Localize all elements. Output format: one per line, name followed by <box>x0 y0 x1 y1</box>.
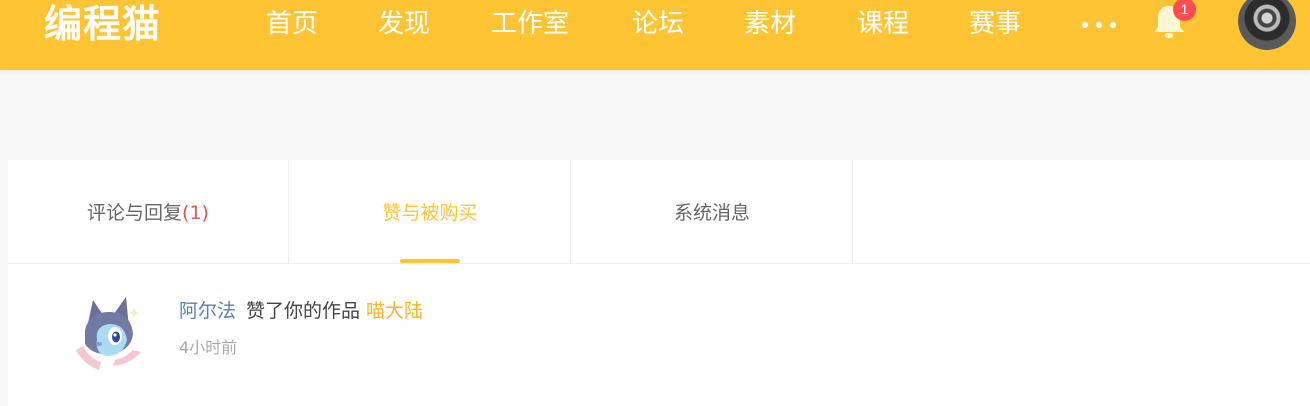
nav-courses[interactable]: 课程 <box>857 0 909 48</box>
nav-discover[interactable]: 发现 <box>378 0 430 48</box>
tab-unread-count: (1) <box>182 202 209 224</box>
message-username-link[interactable]: 阿尔法 <box>179 300 236 322</box>
message-action: 赞了你的作品 <box>246 300 361 322</box>
nav-events[interactable]: 赛事 <box>969 0 1021 48</box>
user-avatar[interactable] <box>1238 0 1296 50</box>
active-tab-indicator <box>400 259 460 263</box>
message-user-avatar[interactable] <box>71 294 145 372</box>
notification-badge: 1 <box>1173 0 1196 21</box>
messages-panel: 评论与回复(1) 赞与被购买 系统消息 阿尔法 赞了你的作品 喵大陆 4小时前 <box>8 160 1310 406</box>
message-tabs: 评论与回复(1) 赞与被购买 系统消息 <box>8 160 1310 264</box>
message-work-link[interactable]: 喵大陆 <box>366 300 423 322</box>
tab-likes-purchases[interactable]: 赞与被购买 <box>290 160 571 264</box>
tab-system-messages[interactable]: 系统消息 <box>572 160 853 264</box>
message-timestamp: 4小时前 <box>179 338 238 357</box>
nav-forum[interactable]: 论坛 <box>632 0 684 48</box>
top-navbar: 编程猫 首页 发现 工作室 论坛 素材 课程 赛事 1 <box>0 0 1310 70</box>
site-logo[interactable]: 编程猫 <box>44 0 161 48</box>
nav-materials[interactable]: 素材 <box>744 0 796 48</box>
nav-studio[interactable]: 工作室 <box>491 0 569 48</box>
nav-home[interactable]: 首页 <box>266 0 318 48</box>
more-dots-icon[interactable] <box>1082 22 1118 28</box>
message-text: 阿尔法 赞了你的作品 喵大陆 <box>179 298 423 324</box>
tab-comments-replies[interactable]: 评论与回复(1) <box>8 160 289 264</box>
